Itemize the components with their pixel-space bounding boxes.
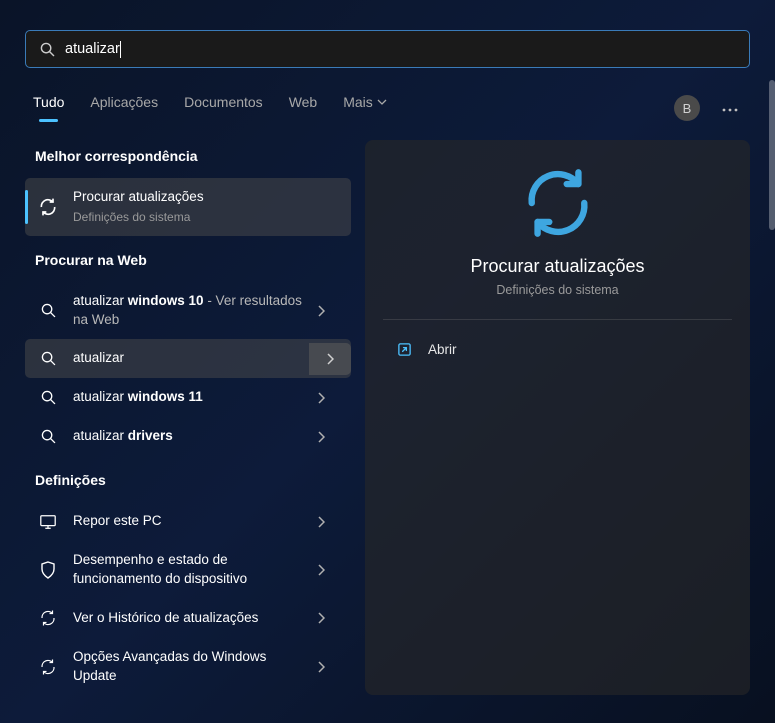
chevron-right-icon[interactable] [303, 661, 339, 673]
search-icon [37, 303, 59, 318]
settings-result-health[interactable]: Desempenho e estado de funcionamento do … [25, 541, 351, 599]
tab-web[interactable]: Web [289, 94, 318, 122]
refresh-icon [37, 658, 59, 676]
update-icon [37, 197, 59, 217]
search-icon [37, 429, 59, 444]
result-best-match[interactable]: Procurar atualizações Definições do sist… [25, 178, 351, 236]
result-title: atualizar windows 11 [73, 388, 303, 407]
web-result[interactable]: atualizar [25, 339, 351, 378]
chevron-right-icon[interactable] [303, 392, 339, 404]
search-icon [37, 390, 59, 405]
more-button[interactable] [718, 95, 742, 121]
chevron-right-icon[interactable] [303, 431, 339, 443]
result-title: atualizar drivers [73, 427, 303, 446]
settings-result-advanced[interactable]: Opções Avançadas do Windows Update [25, 638, 351, 696]
open-icon [397, 342, 412, 357]
shield-icon [37, 561, 59, 579]
result-subtitle: Definições do sistema [73, 209, 339, 226]
chevron-right-icon[interactable] [303, 564, 339, 576]
preview-title: Procurar atualizações [383, 256, 732, 277]
settings-result-history[interactable]: Ver o Histórico de atualizações [25, 599, 351, 638]
result-title: Procurar atualizações [73, 188, 339, 207]
chevron-right-icon[interactable] [303, 516, 339, 528]
preview-subtitle: Definições do sistema [383, 283, 732, 297]
section-web: Procurar na Web [25, 244, 351, 282]
section-settings: Definições [25, 464, 351, 502]
monitor-icon [37, 513, 59, 531]
result-title: atualizar [73, 349, 309, 368]
result-title: atualizar windows 10 - Ver resultados na… [73, 292, 303, 330]
refresh-icon [37, 609, 59, 627]
chevron-right-icon[interactable] [303, 305, 339, 317]
tab-documents[interactable]: Documentos [184, 94, 263, 122]
divider [383, 319, 732, 320]
search-icon [40, 42, 55, 57]
search-icon [37, 351, 59, 366]
update-icon [383, 168, 732, 238]
web-result[interactable]: atualizar windows 10 - Ver resultados na… [25, 282, 351, 340]
chevron-right-icon[interactable] [303, 612, 339, 624]
open-label: Abrir [428, 342, 457, 357]
preview-panel: Procurar atualizações Definições do sist… [365, 140, 750, 695]
settings-result-reset[interactable]: Repor este PC [25, 502, 351, 541]
web-result[interactable]: atualizar drivers [25, 417, 351, 456]
result-title: Desempenho e estado de funcionamento do … [73, 551, 303, 589]
chevron-down-icon [377, 97, 387, 107]
open-action[interactable]: Abrir [383, 334, 732, 365]
results-list: Melhor correspondência Procurar atualiza… [25, 140, 351, 695]
avatar[interactable]: B [674, 95, 700, 121]
section-best-match: Melhor correspondência [25, 140, 351, 178]
web-result[interactable]: atualizar windows 11 [25, 378, 351, 417]
ellipsis-icon [722, 108, 738, 112]
tabs-row: Tudo Aplicações Documentos Web Mais B [25, 94, 750, 122]
result-title: Opções Avançadas do Windows Update [73, 648, 303, 686]
search-input-text[interactable]: atualizar [65, 41, 120, 57]
tab-more[interactable]: Mais [343, 94, 387, 122]
tab-apps[interactable]: Aplicações [90, 94, 158, 122]
chevron-right-icon[interactable] [309, 343, 351, 375]
tab-all[interactable]: Tudo [33, 94, 64, 122]
result-title: Ver o Histórico de atualizações [73, 609, 303, 628]
result-title: Repor este PC [73, 512, 303, 531]
search-box[interactable]: atualizar [25, 30, 750, 68]
